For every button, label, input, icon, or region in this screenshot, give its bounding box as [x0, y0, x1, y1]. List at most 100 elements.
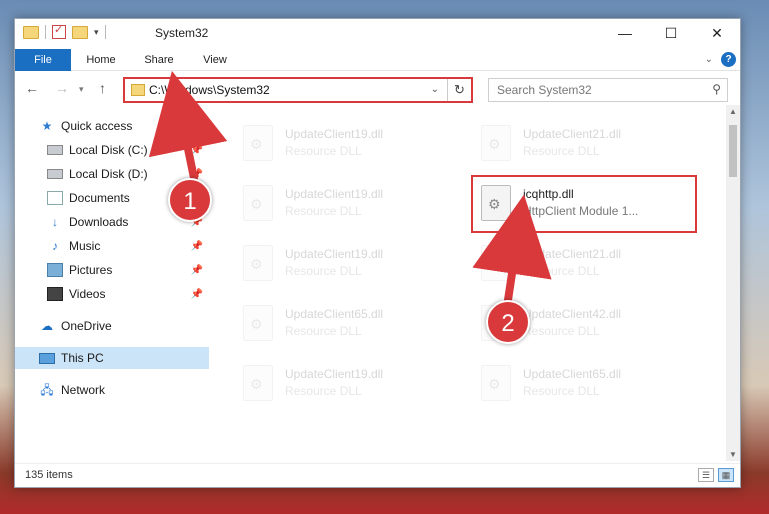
file-description: Resource DLL: [523, 144, 600, 158]
file-description: Resource DLL: [523, 384, 600, 398]
dll-file-icon: [481, 365, 511, 401]
customize-dropdown-icon[interactable]: ▾: [94, 27, 99, 38]
tab-share[interactable]: Share: [137, 49, 181, 71]
details-view-icon[interactable]: ☰: [698, 468, 714, 482]
ribbon-right-controls: ⌄ ?: [705, 52, 736, 67]
file-item[interactable]: UpdateClient19.dll Resource DLL: [229, 357, 459, 407]
explorer-window: ▾ System32 — ☐ ✕ File Home Share View ⌄ …: [14, 18, 741, 488]
file-item[interactable]: UpdateClient19.dll Resource DLL: [229, 237, 459, 287]
sidebar-item-label: Local Disk (D:): [69, 167, 148, 181]
file-item[interactable]: UpdateClient65.dll Resource DLL: [229, 297, 459, 347]
search-box[interactable]: Search System32 ⚲: [488, 78, 728, 102]
file-name: UpdateClient21.dll: [523, 127, 622, 141]
close-button[interactable]: ✕: [694, 19, 740, 47]
sidebar-item-label: Pictures: [69, 263, 113, 277]
file-description: Resource DLL: [285, 324, 362, 338]
drive-icon: [47, 169, 63, 179]
file-name: UpdateClient65.dll: [285, 307, 384, 321]
sidebar-item-label: This PC: [61, 351, 104, 365]
dll-file-icon: [243, 245, 273, 281]
quick-access-toolbar: ▾: [23, 23, 106, 39]
status-bar: 135 items ☰ ▦: [15, 463, 740, 487]
file-item[interactable]: UpdateClient21.dll Resource DLL: [467, 117, 697, 167]
chevron-down-icon[interactable]: ⌄: [431, 84, 439, 95]
scroll-down-icon[interactable]: ▼: [729, 450, 737, 459]
tiles-view-icon[interactable]: ▦: [718, 468, 734, 482]
pictures-icon: [47, 263, 63, 277]
file-description: Resource DLL: [523, 264, 600, 278]
documents-icon: [47, 191, 63, 205]
dll-file-icon: [481, 245, 511, 281]
maximize-button[interactable]: ☐: [648, 19, 694, 47]
file-name: UpdateClient19.dll: [285, 187, 384, 201]
recent-locations-icon[interactable]: ▾: [79, 84, 84, 95]
file-item[interactable]: UpdateClient19.dll Resource DLL: [229, 117, 459, 167]
sidebar-item-label: Downloads: [69, 215, 129, 229]
address-bar[interactable]: C:\Windows\System32 ⌄ ↻: [123, 77, 473, 103]
up-arrow-icon[interactable]: ↑: [99, 80, 106, 96]
sidebar-item-pictures[interactable]: Pictures 📌: [15, 259, 209, 281]
file-name: UpdateClient65.dll: [523, 367, 622, 381]
videos-icon: [47, 287, 63, 301]
tab-file[interactable]: File: [15, 49, 71, 71]
star-icon: ★: [41, 119, 53, 133]
pin-icon[interactable]: 📌: [191, 241, 203, 252]
sidebar-item-label: Quick access: [61, 119, 133, 133]
sidebar-item-label: OneDrive: [61, 319, 112, 333]
file-name: UpdateClient19.dll: [285, 247, 384, 261]
file-item[interactable]: UpdateClient19.dll Resource DLL: [229, 177, 459, 227]
back-arrow-icon[interactable]: ←: [25, 80, 39, 96]
dll-file-icon: [243, 185, 273, 221]
sidebar-item-local-disk-c[interactable]: Local Disk (C:) 📌: [15, 139, 209, 161]
help-icon[interactable]: ?: [721, 52, 736, 67]
vertical-scrollbar[interactable]: ▲ ▼: [726, 105, 740, 461]
ribbon-tabs: File Home Share View ⌄ ?: [15, 49, 740, 71]
search-icon[interactable]: ⚲: [712, 82, 721, 96]
new-folder-icon[interactable]: [72, 25, 88, 39]
pin-icon[interactable]: 📌: [191, 289, 203, 300]
tab-view[interactable]: View: [195, 49, 235, 71]
divider: [104, 25, 106, 39]
address-path[interactable]: C:\Windows\System32: [149, 83, 270, 97]
file-name: UpdateClient19.dll: [285, 367, 384, 381]
view-toggle: ☰ ▦: [698, 468, 734, 482]
scroll-up-icon[interactable]: ▲: [729, 107, 737, 116]
file-description: Resource DLL: [285, 264, 362, 278]
file-description: Resource DLL: [285, 144, 362, 158]
sidebar-item-network[interactable]: 🖧 Network: [15, 379, 209, 401]
step-2-badge: 2: [486, 300, 530, 344]
file-name: UpdateClient19.dll: [285, 127, 384, 141]
downloads-icon: ↓: [52, 215, 58, 229]
window-title: System32: [155, 26, 209, 40]
file-name: UpdateClient42.dll: [523, 307, 622, 321]
file-description: Resource DLL: [285, 204, 362, 218]
file-item[interactable]: UpdateClient21.dll Resource DLL: [467, 237, 697, 287]
file-description: Resource DLL: [523, 324, 600, 338]
step-1-badge: 1: [168, 178, 212, 222]
pin-icon[interactable]: 📌: [191, 265, 203, 276]
tab-home[interactable]: Home: [79, 49, 123, 71]
pin-icon[interactable]: 📌: [191, 145, 203, 156]
sidebar-item-label: Documents: [69, 191, 130, 205]
refresh-icon[interactable]: ↻: [447, 79, 471, 101]
window-controls: — ☐ ✕: [602, 19, 740, 47]
sidebar-item-this-pc[interactable]: This PC: [15, 347, 209, 369]
properties-icon[interactable]: [52, 23, 66, 39]
search-input[interactable]: Search System32: [497, 83, 592, 97]
expand-ribbon-icon[interactable]: ⌄: [705, 54, 713, 65]
file-list: UpdateClient19.dll Resource DLL UpdateCl…: [221, 111, 729, 461]
sidebar-item-label: Music: [69, 239, 101, 253]
minimize-button[interactable]: —: [602, 19, 648, 47]
sidebar-item-label: Videos: [69, 287, 106, 301]
dll-file-icon: [481, 125, 511, 161]
file-item[interactable]: UpdateClient65.dll Resource DLL: [467, 357, 697, 407]
sidebar-item-videos[interactable]: Videos 📌: [15, 283, 209, 305]
folder-icon[interactable]: [23, 25, 39, 39]
sidebar-item-music[interactable]: ♪ Music 📌: [15, 235, 209, 257]
scroll-thumb[interactable]: [729, 125, 737, 177]
sidebar-item-onedrive[interactable]: ☁ OneDrive: [15, 315, 209, 337]
sidebar-item-quick-access[interactable]: ★ Quick access: [15, 115, 209, 137]
network-icon: 🖧: [40, 383, 54, 397]
forward-arrow-icon[interactable]: →: [55, 80, 69, 96]
sidebar-item-label: Network: [61, 383, 106, 397]
